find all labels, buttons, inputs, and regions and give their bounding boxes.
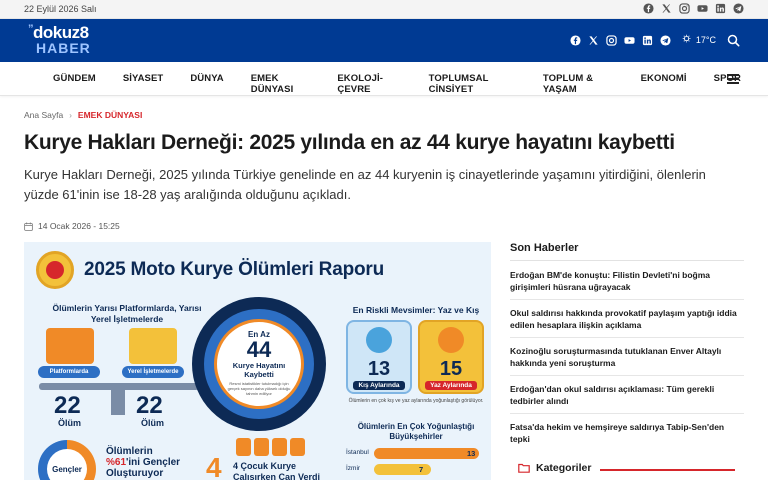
city-row: İzmir 7 — [346, 464, 486, 475]
publish-date-text: 14 Ocak 2026 - 15:25 — [38, 221, 120, 231]
city-value: 7 — [419, 465, 424, 474]
center-label: Kurye Hayatını Kaybetti — [232, 361, 286, 379]
hamburger-icon[interactable] — [727, 74, 739, 84]
telegram-icon[interactable] — [660, 35, 671, 46]
instagram-icon[interactable] — [606, 35, 617, 46]
kids-number: 4 — [206, 452, 222, 480]
nav-list: GÜNDEM SİYASET DÜNYA EMEK DÜNYASI EKOLOJİ-ÇE… — [53, 73, 768, 95]
calendar-icon — [24, 221, 33, 231]
shop-icon — [129, 328, 177, 364]
breadcrumb-category[interactable]: EMEK DÜNYASI — [78, 110, 142, 120]
site-logo[interactable]: ”dokuz8 HABER — [28, 24, 91, 56]
weather-widget: 17°C — [682, 34, 716, 45]
nav-item[interactable]: TOPLUM & YAŞAM — [543, 73, 614, 95]
instagram-icon[interactable] — [679, 3, 690, 14]
death-label: Ölüm — [141, 418, 165, 428]
divider — [510, 337, 744, 338]
main-nav: GÜNDEM SİYASET DÜNYA EMEK DÜNYASI EKOLOJİ-ÇE… — [0, 62, 768, 96]
phone-delivery-icon — [46, 328, 94, 364]
publish-date: 14 Ocak 2026 - 15:25 — [24, 221, 120, 231]
nav-item[interactable]: EMEK DÜNYASI — [251, 73, 311, 95]
folder-icon — [518, 463, 530, 473]
article-infographic[interactable]: 2025 Moto Kurye Ölümleri Raporu Ölümleri… — [24, 242, 491, 480]
latest-news-list: Erdoğan BM'de konuştu: Filistin Devleti'… — [510, 266, 744, 444]
categories-rule — [600, 469, 735, 471]
kids-text: 4 Çocuk Kurye Çalışırken Can Verdi — [233, 461, 321, 480]
youtube-icon[interactable] — [624, 35, 635, 46]
nav-item[interactable]: GÜNDEM — [53, 73, 96, 95]
nav-item[interactable]: EKONOMİ — [641, 73, 687, 95]
courier-badge-icon — [36, 251, 74, 289]
youtube-icon[interactable] — [697, 3, 708, 14]
breadcrumb-home[interactable]: Ana Sayfa — [24, 110, 63, 120]
news-item[interactable]: Okul saldırısı hakkında provokatif payla… — [510, 307, 744, 337]
top-social-links — [643, 3, 744, 14]
local-count: 22 — [136, 392, 163, 419]
news-item[interactable]: Fatsa'da hekim ve hemşireye saldırıya Ta… — [510, 421, 744, 444]
city-name: İzmir — [346, 465, 361, 472]
categories-title: Kategoriler — [536, 462, 592, 474]
site-header: ”dokuz8 HABER 17°C — [0, 19, 768, 62]
chevron-right-icon: › — [69, 110, 72, 120]
sidebar-title: Son Haberler — [510, 242, 579, 254]
news-item[interactable]: Erdoğan BM'de konuştu: Filistin Devleti'… — [510, 269, 744, 299]
balance-post — [111, 385, 125, 415]
article-title: Kurye Hakları Derneği: 2025 yılında en a… — [24, 131, 675, 154]
center-number: 44 — [246, 337, 272, 362]
winter-card: 13 Kış Aylarında — [346, 320, 412, 394]
city-row: İstanbul 13 — [346, 448, 486, 459]
local-label: Yerel İşletmelerde — [122, 366, 184, 378]
city-bar — [374, 448, 479, 459]
center-note: Resmi istatistikler tutulmadığı için ger… — [227, 381, 291, 396]
season-note: Ölümlerin en çok kış ve yaz aylarında yo… — [348, 398, 484, 404]
infographic-title: 2025 Moto Kurye Ölümleri Raporu — [84, 259, 384, 280]
divider — [510, 260, 744, 261]
season-title: En Riskli Mevsimler: Yaz ve Kış — [352, 305, 480, 315]
current-date: 22 Eylül 2026 Salı — [24, 4, 97, 14]
facebook-icon[interactable] — [570, 35, 581, 46]
platform-label: Platformlarda — [38, 366, 100, 378]
linkedin-icon[interactable] — [715, 3, 726, 14]
header-social-links — [570, 35, 671, 46]
linkedin-icon[interactable] — [642, 35, 653, 46]
categories-header: Kategoriler — [518, 462, 591, 474]
divider — [510, 413, 744, 414]
divider — [510, 299, 744, 300]
weather-icon — [682, 34, 693, 45]
x-icon[interactable] — [588, 35, 599, 46]
top-bar: 22 Eylül 2026 Salı — [0, 0, 768, 19]
death-label: Ölüm — [58, 418, 82, 428]
snowflake-icon — [366, 327, 392, 353]
young-share-text: Ölümlerin %61'ini Gençler Oluşturuyor — [106, 446, 181, 479]
city-value: 13 — [467, 449, 476, 458]
sun-icon — [438, 327, 464, 353]
nav-item[interactable]: EKOLOJİ-ÇEVRE — [337, 73, 401, 95]
telegram-icon[interactable] — [733, 3, 744, 14]
x-icon[interactable] — [661, 3, 672, 14]
news-item[interactable]: Kozinoğlu soruşturmasında tutuklanan Env… — [510, 345, 744, 375]
nav-item[interactable]: SİYASET — [123, 73, 163, 95]
half-title: Ölümlerin Yarısı Platformlarda, Yarısı Y… — [52, 303, 202, 324]
young-share-gauge: Gençler — [38, 440, 96, 480]
city-name: İstanbul — [346, 449, 369, 456]
nav-item[interactable]: DÜNYA — [190, 73, 223, 95]
total-deaths-ring: En Az 44 Kurye Hayatını Kaybetti Resmi i… — [192, 297, 326, 431]
child-couriers-icon — [236, 438, 305, 456]
summer-card: 15 Yaz Aylarında — [418, 320, 484, 394]
news-item[interactable]: Erdoğan'dan okul saldırısı açıklaması: T… — [510, 383, 744, 413]
young-badge: Gençler — [47, 449, 87, 480]
temperature: 17°C — [695, 34, 716, 45]
search-icon[interactable] — [727, 34, 740, 47]
nav-item[interactable]: TOPLUMSAL CİNSİYET — [429, 73, 516, 95]
divider — [510, 375, 744, 376]
facebook-icon[interactable] — [643, 3, 654, 14]
platform-count: 22 — [54, 392, 81, 419]
breadcrumb: Ana Sayfa › EMEK DÜNYASI — [24, 110, 142, 120]
article-lead: Kurye Hakları Derneği, 2025 yılında Türk… — [24, 167, 706, 202]
city-title: Ölümlerin En Çok Yoğunlaştığı Büyükşehir… — [357, 422, 475, 441]
